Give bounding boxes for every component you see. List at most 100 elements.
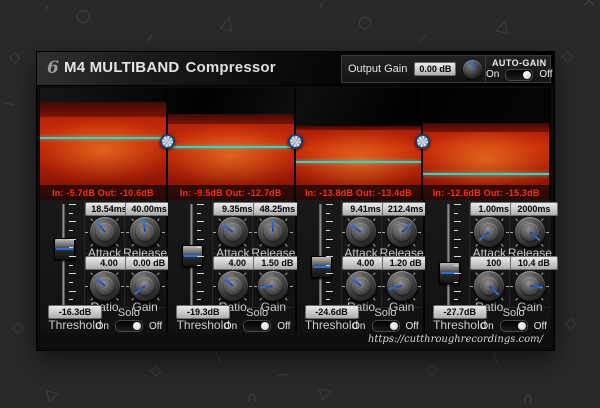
- slider-tick: [197, 213, 201, 214]
- gain-knob[interactable]: [387, 271, 417, 301]
- knob-tick: [290, 232, 293, 233]
- knob-tick: [213, 286, 216, 287]
- solo-area: -19.3dB Threshold Solo On Off: [168, 308, 294, 333]
- solo-area: -27.7dB Threshold Solo On Off: [425, 308, 551, 333]
- release-value-display[interactable]: 48.25ms: [253, 202, 301, 216]
- knob-tick: [145, 267, 146, 270]
- threshold-line[interactable]: [296, 161, 422, 163]
- band-energy-block: [296, 126, 422, 185]
- solo-label: Solo: [94, 308, 165, 319]
- attack-knob[interactable]: [90, 217, 120, 247]
- gain-value-display[interactable]: 1.20 dB: [382, 256, 430, 270]
- threshold-slider[interactable]: [180, 204, 212, 308]
- knob-tick: [489, 267, 490, 270]
- decor-shape: ∩: [246, 390, 258, 405]
- threshold-slider[interactable]: [437, 204, 469, 308]
- slider-tick: [454, 221, 461, 222]
- plugin-window: 6 M4 MULTIBANDCompressor Output Gain 0.0…: [37, 52, 554, 350]
- slider-tick: [454, 273, 461, 274]
- slider-tick: [454, 299, 458, 300]
- threshold-slider-handle[interactable]: [311, 256, 332, 278]
- solo-toggle[interactable]: [372, 320, 400, 332]
- attack-knob[interactable]: [474, 217, 504, 247]
- gain-knob[interactable]: [258, 271, 288, 301]
- threshold-line[interactable]: [423, 173, 549, 175]
- slider-tick: [69, 256, 76, 257]
- output-gain-value-display[interactable]: 0.00 dB: [414, 62, 456, 76]
- solo-toggle[interactable]: [115, 320, 143, 332]
- threshold-line[interactable]: [168, 146, 294, 148]
- gain-value-display[interactable]: 0.00 dB: [125, 256, 173, 270]
- ratio-knob[interactable]: [474, 271, 504, 301]
- release-knob[interactable]: [130, 217, 160, 247]
- knob-pointer: [401, 223, 412, 233]
- gain-value-display[interactable]: 10.4 dB: [510, 256, 558, 270]
- ratio-knob[interactable]: [346, 271, 376, 301]
- output-gain-knob[interactable]: [463, 60, 482, 79]
- gain-knob[interactable]: [130, 271, 160, 301]
- release-value-display[interactable]: 2000ms: [510, 202, 558, 216]
- release-knob[interactable]: [387, 217, 417, 247]
- auto-gain-toggle[interactable]: [505, 69, 533, 81]
- knob-tick: [470, 232, 473, 233]
- knob-tick: [546, 232, 549, 233]
- threshold-slider[interactable]: [309, 204, 341, 308]
- slider-tick: [326, 265, 330, 266]
- knob-pointer: [222, 224, 234, 233]
- toggle-knob: [133, 322, 141, 330]
- release-knob[interactable]: [515, 217, 545, 247]
- spectrum-display: In: -5.7dB Out: -10.6dB In: -9.5dB Out: …: [40, 88, 551, 200]
- attack-knob[interactable]: [218, 217, 248, 247]
- decor-shape: ▷: [318, 383, 334, 402]
- toggle-knob: [390, 322, 398, 330]
- solo-off-label: Off: [406, 321, 419, 332]
- knob-tick: [388, 218, 391, 221]
- knob-tick: [259, 218, 262, 221]
- io-readout: In: -13.8dB Out: -13.4dB: [296, 185, 422, 200]
- decor-shape: ◇: [426, 362, 438, 377]
- band-energy-cap: [168, 114, 294, 124]
- knob-pointer: [94, 276, 105, 286]
- slider-tick: [69, 213, 73, 214]
- threshold-line[interactable]: [40, 137, 166, 139]
- title-bar: 6 M4 MULTIBANDCompressor Output Gain 0.0…: [37, 52, 554, 86]
- knob-tick: [126, 232, 129, 233]
- decor-shape: —: [1, 96, 15, 110]
- solo-toggle[interactable]: [243, 320, 271, 332]
- ratio-knob[interactable]: [90, 271, 120, 301]
- band-energy-block: [423, 123, 549, 185]
- knob-tick: [418, 232, 421, 233]
- solo-toggle[interactable]: [500, 320, 528, 332]
- decor-shape: ◇: [565, 316, 577, 331]
- knob-tick: [475, 272, 478, 275]
- knob-tick: [501, 272, 504, 275]
- knob-tick: [116, 272, 119, 275]
- attack-knob[interactable]: [346, 217, 376, 247]
- knob-pointer: [489, 285, 500, 295]
- knob-tick: [413, 218, 416, 221]
- threshold-slider[interactable]: [52, 204, 84, 308]
- ratio-knob[interactable]: [218, 271, 248, 301]
- release-value-display[interactable]: 212.4ms: [382, 202, 430, 216]
- crossover-handle[interactable]: [288, 134, 303, 149]
- knob-pointer: [95, 221, 105, 232]
- decor-shape: —: [488, 350, 504, 366]
- decor-shape: △: [219, 14, 236, 34]
- crossover-handle[interactable]: [160, 134, 175, 149]
- release-knob[interactable]: [258, 217, 288, 247]
- decor-shape: ◇: [9, 50, 21, 65]
- vendor-url-link[interactable]: https://cutthroughrecordings.com/: [368, 334, 543, 345]
- decor-shape: ^: [582, 0, 596, 17]
- knob-tick: [244, 272, 247, 275]
- solo-on-label: On: [96, 321, 109, 332]
- gain-value-display[interactable]: 1.50 dB: [253, 256, 301, 270]
- auto-gain-off-label: Off: [539, 69, 552, 80]
- knob-tick: [104, 267, 105, 270]
- slider-tick: [454, 230, 458, 231]
- slider-tick: [326, 239, 333, 240]
- solo-area: -16.3dB Threshold Solo On Off: [40, 308, 166, 333]
- gain-knob[interactable]: [515, 271, 545, 301]
- release-value-display[interactable]: 40.00ms: [125, 202, 173, 216]
- knob-tick: [249, 232, 252, 233]
- knob-grid: 18.54ms Attack 40.00ms Release 4.00 Rati…: [84, 200, 165, 308]
